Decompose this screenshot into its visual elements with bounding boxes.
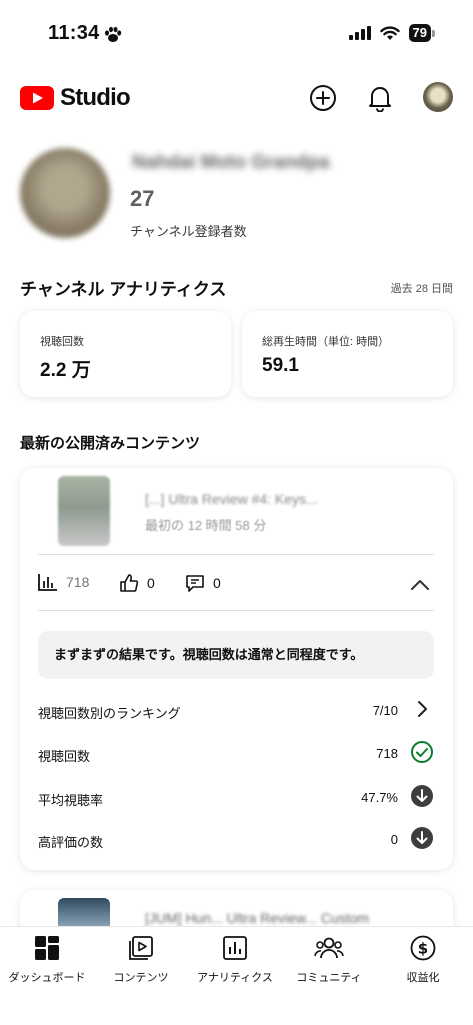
stat-value: 59.1 [262,355,299,376]
watch-time-stat-card[interactable]: 総再生時間（単位: 時間） 59.1 [242,311,453,397]
row-label: 視聴回数 [38,749,91,764]
brand-name: Studio [60,84,131,111]
bell-icon [369,87,391,112]
analytics-title: チャンネル アナリティクス [20,280,227,299]
chevron-right-icon [418,701,427,717]
stat-label: 総再生時間（単位: 時間） [262,336,390,348]
divider [38,610,434,611]
status-bar: 11:34 79 [0,0,473,64]
row-value: 47.7% [361,790,398,805]
subscriber-count: 27 [130,186,155,211]
comments-count: 0 [213,575,221,591]
nav-label: アナリティクス [197,972,273,984]
bottom-navigation: ダッシュボード コンテンツ アナリティクス コミュニティ $ 収益化 [0,926,473,1025]
notifications-button[interactable] [364,82,396,114]
row-value: 718 [376,746,398,761]
comment-icon [186,575,204,592]
views-stat-card[interactable]: 視聴回数 2.2 万 [20,311,231,397]
thumb-up-icon [120,574,139,592]
monetization-icon: $ [410,935,436,961]
channel-avatar [20,148,110,238]
video-thumbnail[interactable] [58,476,110,546]
nav-analytics[interactable]: アナリティクス [188,927,282,985]
video-time-label: 最初の 12 時間 58 分 [145,518,267,533]
dashboard-icon [35,936,59,960]
chevron-up-icon [411,580,429,590]
status-right: 79 [348,24,435,42]
likes-row: 高評価の数 0 [38,826,434,854]
row-value: 0 [390,832,398,847]
nav-label: コンテンツ [113,972,169,984]
nav-label: 収益化 [406,972,440,984]
row-label: 視聴回数別のランキング [38,706,181,721]
app-header: Studio [0,74,473,122]
battery-indicator: 79 [408,24,435,42]
collapse-button[interactable] [408,575,432,595]
wifi-icon [379,25,400,40]
battery-tip [432,29,435,37]
check-circle-icon [411,741,433,763]
latest-content-title: 最新の公開済みコンテンツ [20,435,201,452]
views-count: 718 [66,574,90,590]
nav-label: ダッシュボード [8,972,86,984]
bar-chart-icon [38,574,57,591]
nav-monetization[interactable]: $ 収益化 [376,927,470,985]
views-row: 視聴回数 718 [38,740,434,768]
nav-dashboard[interactable]: ダッシュボード [0,927,94,985]
performance-summary: まずまずの結果です。視聴回数は通常と同程度です。 [38,631,434,679]
video-title[interactable]: [...] Ultra Review #4: Keys... [145,491,435,507]
nav-label: コミュニティ [296,972,362,984]
svg-text:$: $ [418,940,428,958]
analytics-icon [223,936,247,960]
row-label: 高評価の数 [38,835,104,850]
stat-value: 2.2 万 [40,360,91,381]
create-button[interactable] [307,82,339,114]
nav-content[interactable]: コンテンツ [94,927,188,985]
avg-view-rate-row: 平均視聴率 47.7% [38,784,434,812]
battery-level: 79 [408,24,431,42]
row-label: 平均視聴率 [38,793,104,808]
channel-name: Nahdai Moto Grandpa [132,152,330,173]
community-icon [314,937,344,959]
down-arrow-circle-icon [411,785,433,807]
likes-metric: 0 [119,573,155,593]
analytics-period: 過去 28 日間 [390,283,453,295]
paw-icon [105,26,122,42]
subscriber-label: チャンネル登録者数 [130,224,247,239]
youtube-logo-icon [20,86,54,110]
row-value: 7/10 [372,703,398,718]
down-arrow-circle-icon [411,827,433,849]
studio-dashboard: 11:34 79 Studio Nahdai Moto Grandpa 27 チ… [0,0,473,1025]
account-avatar[interactable] [423,82,453,112]
studio-logo[interactable]: Studio [20,84,131,112]
cellular-signal-icon [348,26,371,40]
add-circle-icon [310,85,336,111]
comments-metric: 0 [185,573,221,593]
content-icon [129,936,153,960]
views-metric: 718 [38,573,89,591]
ranking-row[interactable]: 視聴回数別のランキング 7/10 [38,697,434,725]
status-time: 11:34 [48,22,100,44]
nav-community[interactable]: コミュニティ [282,927,376,985]
stat-label: 視聴回数 [40,336,84,348]
likes-count: 0 [147,575,155,591]
divider [38,554,434,555]
next-video-title[interactable]: [JUM] Hun... Ultra Review... Custom [145,910,369,926]
